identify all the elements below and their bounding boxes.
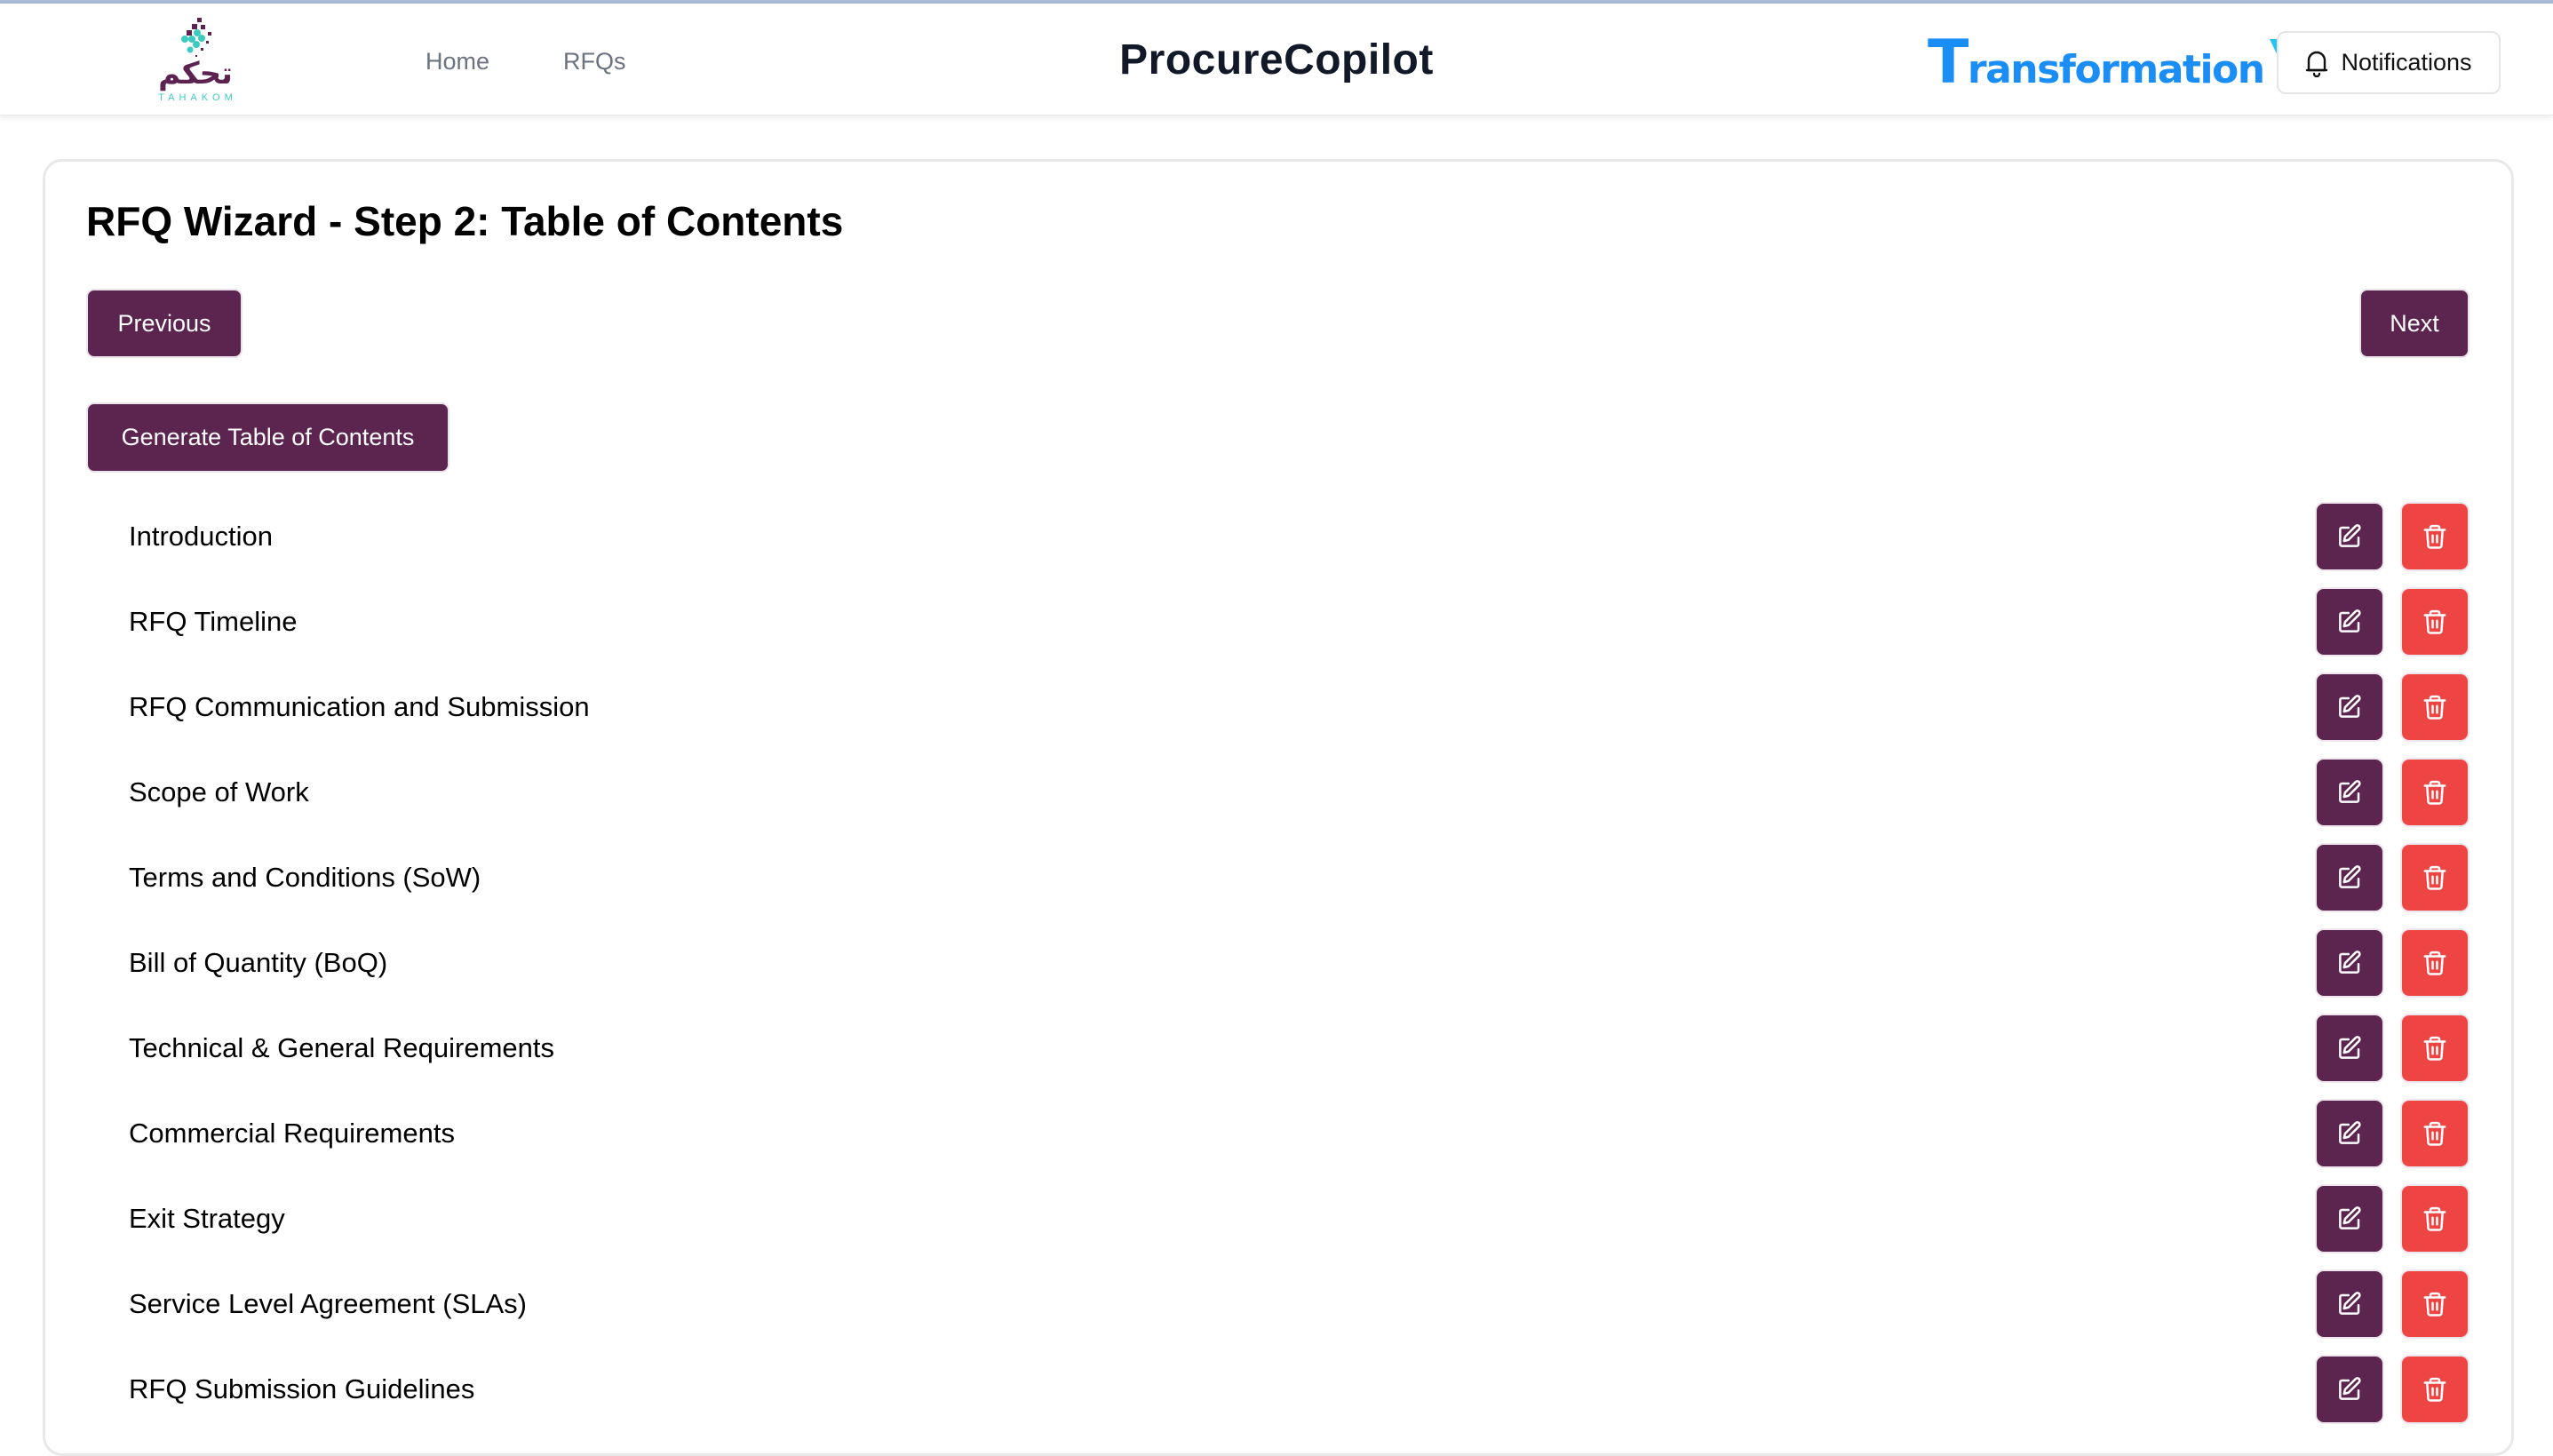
trash-icon	[2423, 1036, 2446, 1061]
toc-item-title: Bill of Quantity (BoQ)	[129, 947, 388, 978]
delete-button[interactable]	[2400, 1014, 2469, 1083]
delete-button[interactable]	[2400, 587, 2469, 656]
edit-icon	[2339, 524, 2361, 547]
delete-button[interactable]	[2400, 843, 2469, 912]
edit-button[interactable]	[2315, 1184, 2384, 1253]
edit-icon	[2339, 1206, 2361, 1229]
edit-icon	[2339, 695, 2361, 718]
trash-icon	[2423, 1121, 2446, 1146]
toc-item: Service Level Agreement (SLAs)	[86, 1269, 2469, 1355]
toc-item: Scope of Work	[86, 758, 2469, 843]
edit-button[interactable]	[2315, 1269, 2384, 1339]
toc-item-title: Scope of Work	[129, 776, 309, 808]
trash-icon	[2423, 1292, 2446, 1317]
edit-button[interactable]	[2315, 1099, 2384, 1168]
edit-button[interactable]	[2315, 928, 2384, 998]
edit-icon	[2339, 1121, 2361, 1144]
toc-item-title: Service Level Agreement (SLAs)	[129, 1288, 527, 1319]
trash-icon	[2423, 524, 2446, 549]
delete-button[interactable]	[2400, 1184, 2469, 1253]
toc-item-title: Technical & General Requirements	[129, 1032, 555, 1063]
edit-button[interactable]	[2315, 672, 2384, 742]
trash-icon	[2423, 951, 2446, 975]
edit-icon	[2339, 1377, 2361, 1400]
top-navbar: تحكم TAHAKOM Home RFQs ProcureCopilot Tr…	[0, 4, 2553, 115]
delete-button[interactable]	[2400, 502, 2469, 571]
edit-button[interactable]	[2315, 502, 2384, 571]
edit-icon	[2339, 1036, 2361, 1059]
toc-item: Commercial Requirements	[86, 1099, 2469, 1184]
edit-button[interactable]	[2315, 758, 2384, 827]
toc-item-title: RFQ Timeline	[129, 606, 298, 637]
toc-item-title: Exit Strategy	[129, 1203, 285, 1234]
notifications-label: Notifications	[2341, 49, 2472, 76]
trash-icon	[2423, 695, 2446, 720]
toc-item: RFQ Timeline	[86, 587, 2469, 672]
toc-item-title: Introduction	[129, 521, 273, 552]
delete-button[interactable]	[2400, 928, 2469, 998]
edit-icon	[2339, 865, 2361, 888]
delete-button[interactable]	[2400, 1269, 2469, 1339]
toc-item-title: Terms and Conditions (SoW)	[129, 862, 481, 893]
trash-icon	[2423, 1206, 2446, 1231]
edit-icon	[2339, 951, 2361, 974]
bell-icon	[2306, 51, 2328, 77]
delete-button[interactable]	[2400, 1355, 2469, 1424]
edit-button[interactable]	[2315, 843, 2384, 912]
toc-item: RFQ Communication and Submission	[86, 672, 2469, 758]
tahakom-logo-latin: TAHAKOM	[158, 92, 237, 103]
edit-button[interactable]	[2315, 1014, 2384, 1083]
next-button[interactable]: Next	[2359, 289, 2469, 358]
page-heading: RFQ Wizard - Step 2: Table of Contents	[86, 198, 844, 244]
trash-icon	[2423, 865, 2446, 890]
trash-icon	[2423, 609, 2446, 634]
toc-item: RFQ Submission Guidelines	[86, 1355, 2469, 1440]
trash-icon	[2423, 1377, 2446, 1402]
transformationx-logo-text: Transformation	[1928, 28, 2265, 98]
delete-button[interactable]	[2400, 672, 2469, 742]
transformationx-logo: Transformation	[1928, 28, 2330, 98]
toc-item: Terms and Conditions (SoW)	[86, 843, 2469, 928]
toc-list: Introduction RFQ Timeline RFQ Communicat…	[86, 502, 2469, 1440]
edit-icon	[2339, 780, 2361, 803]
toc-item-title: RFQ Communication and Submission	[129, 691, 590, 722]
notifications-button[interactable]: Notifications	[2277, 31, 2501, 94]
edit-button[interactable]	[2315, 1355, 2384, 1424]
toc-item: Technical & General Requirements	[86, 1014, 2469, 1099]
toc-item: Exit Strategy	[86, 1184, 2469, 1269]
edit-icon	[2339, 609, 2361, 633]
trash-icon	[2423, 780, 2446, 805]
toc-item-title: Commercial Requirements	[129, 1118, 455, 1149]
delete-button[interactable]	[2400, 1099, 2469, 1168]
toc-item: Bill of Quantity (BoQ)	[86, 928, 2469, 1014]
toc-item: Introduction	[86, 502, 2469, 587]
delete-button[interactable]	[2400, 758, 2469, 827]
edit-icon	[2339, 1292, 2361, 1315]
previous-button[interactable]: Previous	[86, 289, 243, 358]
edit-button[interactable]	[2315, 587, 2384, 656]
generate-toc-button[interactable]: Generate Table of Contents	[86, 402, 449, 473]
